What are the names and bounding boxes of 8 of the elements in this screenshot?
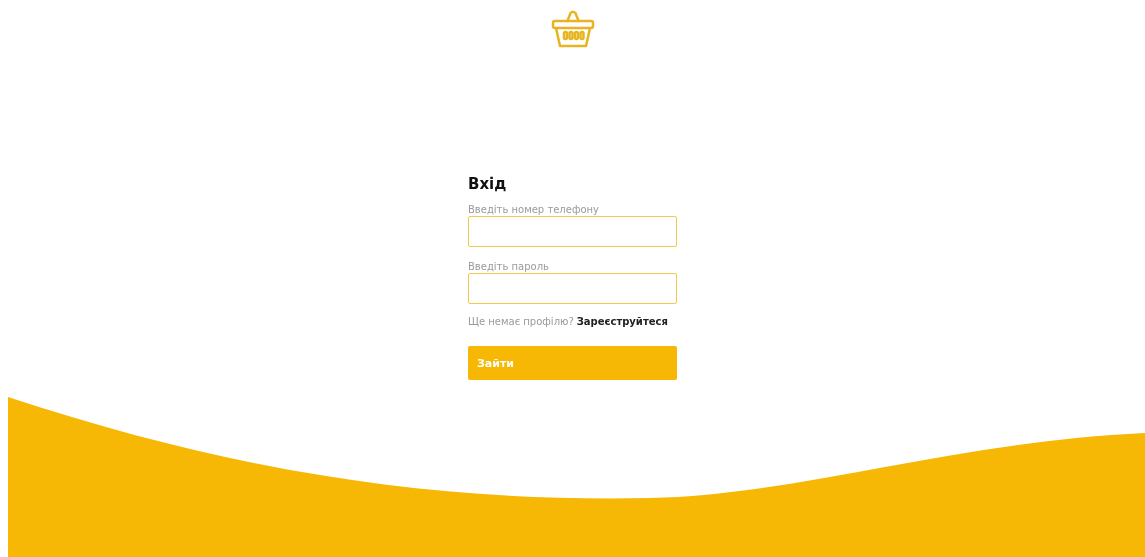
input-field[interactable] — [468, 273, 677, 304]
field-label: Введіть пароль — [468, 261, 550, 272]
signup-prompt: Ще немає профілю? — [468, 316, 574, 327]
login-title: Вхід — [468, 175, 508, 193]
signup-link[interactable]: Зареєструйтеся — [576, 316, 668, 327]
basket-icon — [550, 10, 595, 50]
field-label: Введіть номер телефону — [468, 204, 601, 215]
input-field[interactable] — [468, 216, 677, 247]
